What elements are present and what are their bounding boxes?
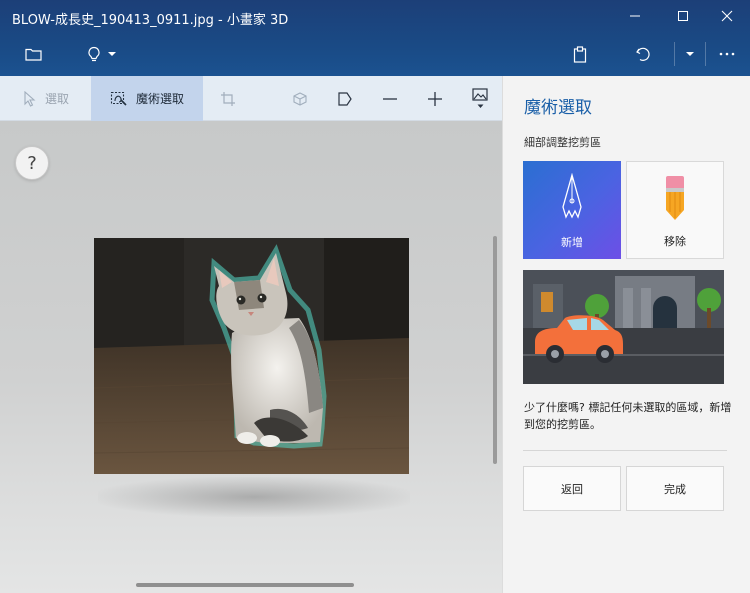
remove-button-label: 移除	[664, 235, 686, 248]
vertical-scrollbar[interactable]	[493, 236, 497, 464]
close-button[interactable]	[704, 0, 750, 32]
clipboard-icon	[573, 45, 587, 63]
ellipsis-icon	[719, 52, 735, 56]
chevron-down-icon	[477, 104, 483, 108]
tool-select[interactable]: 選取	[4, 76, 88, 121]
zoom-out-button[interactable]	[373, 76, 407, 121]
title-bar: BLOW-成長史_190413_0911.jpg - 小畫家 3D	[0, 0, 750, 76]
panel-title: 魔術選取	[524, 98, 592, 118]
open-menu-button[interactable]	[18, 36, 48, 72]
separator	[705, 42, 706, 66]
add-button-label: 新增	[561, 236, 583, 249]
chevron-down-icon	[686, 52, 694, 56]
panel-subtitle: 細部調整挖剪區	[524, 136, 601, 149]
minimize-button[interactable]	[612, 0, 658, 32]
brushes-menu-button[interactable]	[82, 36, 122, 72]
hint-text: 少了什麼嗎? 標記任何未選取的區域，新增到您的挖剪區。	[524, 401, 732, 431]
chevron-down-icon	[108, 52, 116, 56]
zoom-in-button[interactable]	[418, 76, 452, 121]
kitten-photo-drawing	[94, 238, 409, 474]
undo-button[interactable]	[629, 36, 657, 72]
remove-button[interactable]: 移除	[626, 161, 724, 259]
back-button[interactable]: 返回	[523, 466, 621, 511]
close-icon	[721, 10, 733, 22]
done-button[interactable]: 完成	[626, 466, 724, 511]
folder-icon	[24, 48, 42, 61]
view-menu-button[interactable]	[462, 76, 498, 121]
paste-button[interactable]	[566, 36, 594, 72]
minimize-icon	[630, 15, 640, 17]
minus-icon	[383, 97, 397, 100]
tool-magic-select[interactable]: 魔術選取	[91, 76, 203, 121]
history-dropdown-button[interactable]	[678, 36, 702, 72]
add-button[interactable]: 新增	[523, 161, 621, 259]
3d-shapes-icon	[293, 91, 307, 106]
help-button[interactable]: ?	[15, 146, 49, 180]
magic-select-panel: 魔術選取 細部調整挖剪區 新增 移除 少了什麼嗎? 標記任何未選取的區域，新增到…	[502, 76, 750, 593]
cursor-arrow-icon	[24, 90, 36, 107]
maximize-button[interactable]	[660, 0, 706, 32]
tool-flag[interactable]	[328, 76, 362, 121]
flag-icon	[338, 91, 352, 106]
eraser-icon	[662, 174, 688, 226]
magic-select-icon	[110, 91, 127, 106]
plus-icon	[428, 91, 442, 106]
horizontal-scrollbar[interactable]	[136, 583, 354, 587]
kitten-photo	[94, 238, 409, 474]
crop-icon	[221, 91, 235, 106]
pen-nib-icon	[559, 172, 585, 225]
image-view-icon	[472, 88, 488, 101]
separator	[674, 42, 675, 66]
tool-crop[interactable]	[210, 76, 246, 121]
window-title: BLOW-成長史_190413_0911.jpg - 小畫家 3D	[12, 13, 289, 28]
more-options-button[interactable]	[712, 36, 742, 72]
undo-icon	[636, 47, 650, 61]
tool-3d-shapes[interactable]	[283, 76, 317, 121]
maximize-icon	[678, 11, 688, 21]
panel-divider	[523, 450, 727, 451]
tool-magic-select-label: 魔術選取	[135, 92, 184, 106]
tool-select-label: 選取	[44, 92, 69, 106]
tool-bar: 選取 魔術選取	[0, 76, 502, 121]
canvas-area[interactable]: ?	[0, 121, 502, 593]
tutorial-illustration	[523, 270, 724, 384]
photo-shadow	[98, 477, 410, 517]
lightbulb-icon	[88, 46, 100, 62]
